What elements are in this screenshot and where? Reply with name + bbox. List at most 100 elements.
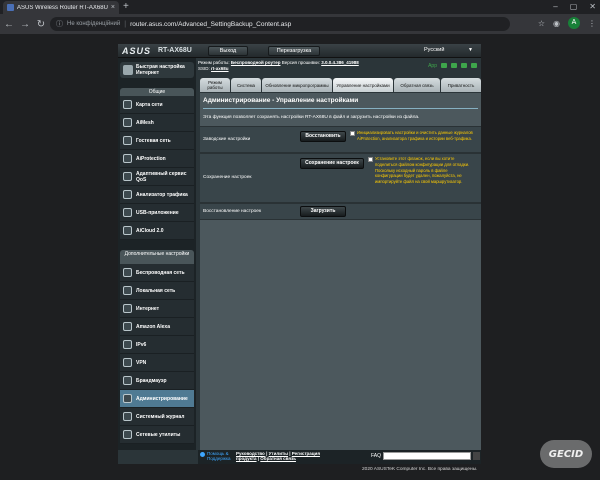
save-settings-note: Установите этот флажок, если вы хотите п… [375,156,470,185]
language-select[interactable]: Русский [424,47,444,53]
sidebar-item-network-map[interactable]: Карта сети [120,96,194,114]
minimize-icon[interactable]: – [553,0,557,14]
settings-table: Заводские настройки Восстановить Инициал… [200,126,481,220]
sidebar-item-administration[interactable]: Администрирование [120,390,194,408]
op-mode-value[interactable]: Беспроводной роутер [231,60,281,65]
sidebar-item-aiprotection[interactable]: AiProtection [120,150,194,168]
faq-search-input[interactable] [383,452,471,460]
browser-tab[interactable]: ASUS Wireless Router RT-AX68U × [3,1,119,14]
aiprotection-icon [123,154,132,163]
register-link[interactable]: Регистрация [292,451,320,456]
reload-icon[interactable]: ↻ [34,19,48,30]
remove-password-checkbox[interactable] [368,157,373,162]
panel-title: Администрирование - Управление настройка… [203,97,359,104]
router-header: ASUS RT-AX68U Выход Перезагрузка Русский… [118,44,481,58]
usb-status-icon[interactable] [461,63,467,68]
sidebar-item-qos[interactable]: Адаптивный сервис QoS [120,168,194,186]
tab-firmware-upgrade[interactable]: Обновление микропрограммы [262,78,332,92]
ipv6-icon [123,340,132,349]
address-separator: | [124,20,127,28]
wan-status-icon[interactable] [441,63,447,68]
firmware-value[interactable]: 3.0.0.4.386_41988 [321,60,359,65]
router-page: ASUS RT-AX68U Выход Перезагрузка Русский… [118,44,481,464]
aicloud-icon [123,226,132,235]
sidebar-item-traffic-analyzer[interactable]: Анализатор трафика [120,186,194,204]
op-mode-label: Режим работы: [198,60,230,65]
sidebar-item-guest-network[interactable]: Гостевая сеть [120,132,194,150]
usb-icon [123,208,132,217]
admin-tabs: Режим работы Система Обновление микропро… [200,78,481,92]
quick-internet-setup[interactable]: Быстрая настройка Интернет [120,62,194,78]
gecid-watermark: GECID [540,440,592,468]
help-support[interactable]: Помощь & Поддержка [207,451,230,461]
router-model: RT-AX68U [158,47,192,54]
sidebar-item-alexa[interactable]: Amazon Alexa [120,318,194,336]
toolbar-actions: ☆ ◉ A ⋮ [538,17,596,29]
watermark-text: GECID [548,448,584,460]
ssid-value: rt-ax68u [211,66,229,71]
sidebar-item-wireless[interactable]: Беспроводная сеть [120,264,194,282]
sidebar-item-wan[interactable]: Интернет [120,300,194,318]
sidebar-item-network-tools[interactable]: Сетевые утилиты [120,426,194,444]
address-bar[interactable]: ⓘ Не конфіденційний | router.asus.com/Ad… [50,17,510,31]
status-bar: Режим работы: Беспроводной роутер Версия… [198,60,481,74]
quick-setup-icon [123,65,133,75]
logout-button[interactable]: Выход [208,46,248,56]
profile-avatar[interactable]: A [568,17,580,29]
url-text[interactable]: router.asus.com/Advanced_SettingBackup_C… [130,21,291,28]
tab-system[interactable]: Система [231,78,261,92]
sidebar-item-usb-app[interactable]: USB-приложение [120,204,194,222]
clear-logs-checkbox[interactable] [350,131,355,136]
browser-menu-icon[interactable]: ⋮ [588,19,596,28]
advanced-menu: Беспроводная сеть Локальная сеть Интерне… [120,264,194,444]
close-tab-icon[interactable]: × [111,4,115,11]
upload-button[interactable]: Загрузить [300,206,346,217]
new-tab-icon[interactable]: + [123,0,129,14]
panel-description: Эта функция позволяет сохранять настройк… [203,115,420,120]
maximize-icon[interactable]: ▢ [570,0,578,14]
tab-feedback[interactable]: Обратная связь [394,78,440,92]
status-line-1: Режим работы: Беспроводной роутер Версия… [198,60,359,65]
restore-button[interactable]: Восстановить [300,131,346,142]
tab-privacy[interactable]: Приватность [441,78,481,92]
traffic-analyzer-icon [123,190,132,199]
sidebar-item-vpn[interactable]: VPN [120,354,194,372]
app-label[interactable]: App [428,63,437,69]
link-status-icon[interactable] [471,63,477,68]
tab-settings-management[interactable]: Управление настройками [333,78,393,92]
browser-toolbar: ← → ↻ ⓘ Не конфіденційний | router.asus.… [0,14,600,34]
feedback-link[interactable]: Обратная связь [260,456,296,461]
info-icon[interactable]: ⓘ [56,19,63,29]
firmware-label: Версия прошивки: [281,60,320,65]
system-log-icon [123,412,132,421]
sidebar-item-lan[interactable]: Локальная сеть [120,282,194,300]
browser-tab-bar: ASUS Wireless Router RT-AX68U × + – ▢ ✕ [0,0,600,14]
tab-operation-mode[interactable]: Режим работы [200,78,230,92]
sidebar-item-firewall[interactable]: Брандмауэр [120,372,194,390]
network-map-icon [123,100,132,109]
close-window-icon[interactable]: ✕ [589,0,596,14]
reboot-button[interactable]: Перезагрузка [268,46,320,56]
bookmark-star-icon[interactable]: ☆ [538,19,545,28]
sidebar-item-ipv6[interactable]: IPv6 [120,336,194,354]
factory-default-label: Заводские настройки [203,137,251,142]
register-link-cont[interactable]: продукта [236,456,257,461]
save-settings-button[interactable]: Сохранение настроек [300,158,364,169]
firewall-icon [123,376,132,385]
settings-panel: Администрирование - Управление настройка… [200,93,481,450]
table-row: Сохранение настроек Сохранение настроек … [200,153,481,203]
wifi-status-icon[interactable] [451,63,457,68]
extension-icon[interactable]: ◉ [553,19,560,28]
sidebar-item-system-log[interactable]: Системный журнал [120,408,194,426]
copyright: 2020 ASUSTeK Computer Inc. Все права защ… [362,467,478,472]
window-controls: – ▢ ✕ [553,0,596,14]
language-dropdown-icon[interactable]: ▼ [468,47,473,53]
restore-settings-label: Восстановление настроек [203,209,262,214]
forward-icon[interactable]: → [18,19,32,30]
aimesh-icon [123,118,132,127]
sidebar-item-aimesh[interactable]: AiMesh [120,114,194,132]
back-icon[interactable]: ← [2,19,16,30]
faq-search-button[interactable] [473,452,480,460]
sidebar-item-aicloud[interactable]: AiCloud 2.0 [120,222,194,240]
status-icons: App [428,63,477,69]
